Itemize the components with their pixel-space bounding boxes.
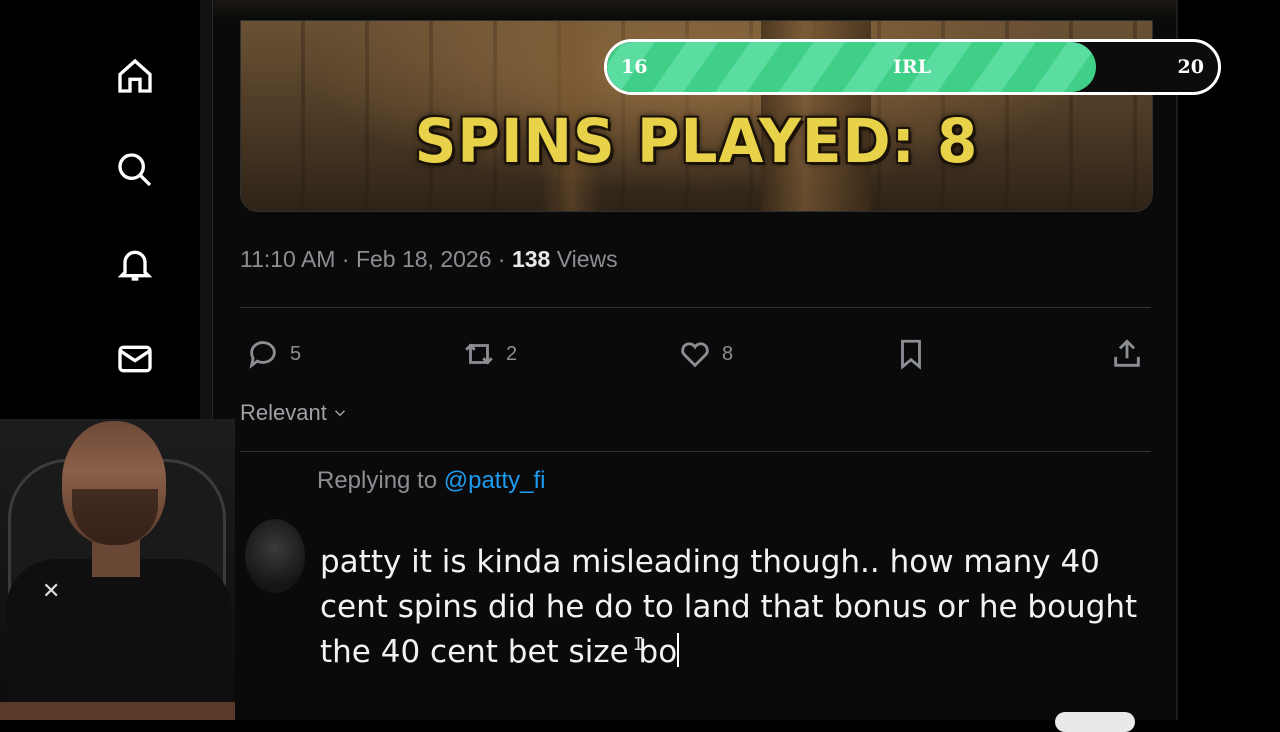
repost-button[interactable]: 2 (462, 334, 517, 374)
shirt-logo-icon: ✕ (42, 579, 61, 604)
heart-icon (681, 342, 709, 368)
text-cursor-icon: I (633, 634, 644, 655)
progress-fill (607, 42, 1096, 92)
reply-button[interactable]: 5 (246, 334, 301, 374)
nav-messages[interactable] (112, 336, 158, 382)
like-button[interactable]: 8 (678, 334, 733, 374)
nav-home[interactable] (112, 53, 158, 99)
progress-start-label: 16 (621, 56, 648, 78)
top-fade (213, 0, 1176, 20)
meta-separator: · (497, 246, 506, 272)
reply-submit-button[interactable] (1055, 712, 1135, 732)
nav-notifications[interactable] (112, 241, 158, 287)
media-title-text: SPINS PLAYED: 8 (414, 105, 979, 177)
share-button[interactable] (1110, 334, 1144, 374)
post-date[interactable]: Feb 18, 2026 (356, 246, 492, 272)
sort-label: Relevant (240, 400, 327, 425)
nav-search[interactable] (112, 147, 158, 193)
mail-icon (118, 345, 152, 373)
reply-handle-link[interactable]: @patty_fi (444, 467, 546, 494)
desk-edge (0, 702, 235, 720)
bookmark-button[interactable] (894, 334, 928, 374)
chevron-down-icon (334, 410, 345, 417)
repost-count: 2 (506, 342, 518, 365)
repost-icon (465, 343, 493, 365)
post-time[interactable]: 11:10 AM (240, 246, 335, 272)
avatar[interactable] (245, 519, 305, 593)
progress-center-label: IRL (893, 56, 932, 78)
home-icon (118, 58, 152, 93)
share-icon (1114, 339, 1140, 367)
text-caret (677, 633, 680, 667)
bell-icon (117, 250, 153, 281)
meta-separator: · (341, 246, 350, 272)
streamer-body (6, 559, 231, 720)
bookmark-icon (901, 339, 921, 370)
column-divider-right (1176, 0, 1178, 720)
webcam-overlay: ✕ (0, 419, 235, 720)
divider (240, 307, 1151, 308)
progress-overlay: 16 IRL 20 (604, 39, 1221, 95)
post-meta: 11:10 AM · Feb 18, 2026 · 138 Views (240, 246, 618, 273)
progress-end-label: 20 (1177, 56, 1204, 78)
search-icon (118, 153, 152, 187)
reply-text-input[interactable]: patty it is kinda misleading though.. ho… (320, 540, 1140, 675)
views-count: 138 (511, 246, 551, 272)
reply-draft-text: patty it is kinda misleading though.. ho… (320, 544, 1138, 670)
divider (240, 451, 1151, 452)
views-label: Views (556, 246, 618, 272)
reply-sort-dropdown[interactable]: Relevant (240, 400, 349, 426)
reply-count: 5 (290, 342, 302, 365)
comment-icon (249, 341, 276, 369)
like-count: 8 (722, 342, 734, 365)
replying-to: Replying to @patty_fi (317, 467, 546, 495)
replying-to-label: Replying to (317, 467, 438, 494)
